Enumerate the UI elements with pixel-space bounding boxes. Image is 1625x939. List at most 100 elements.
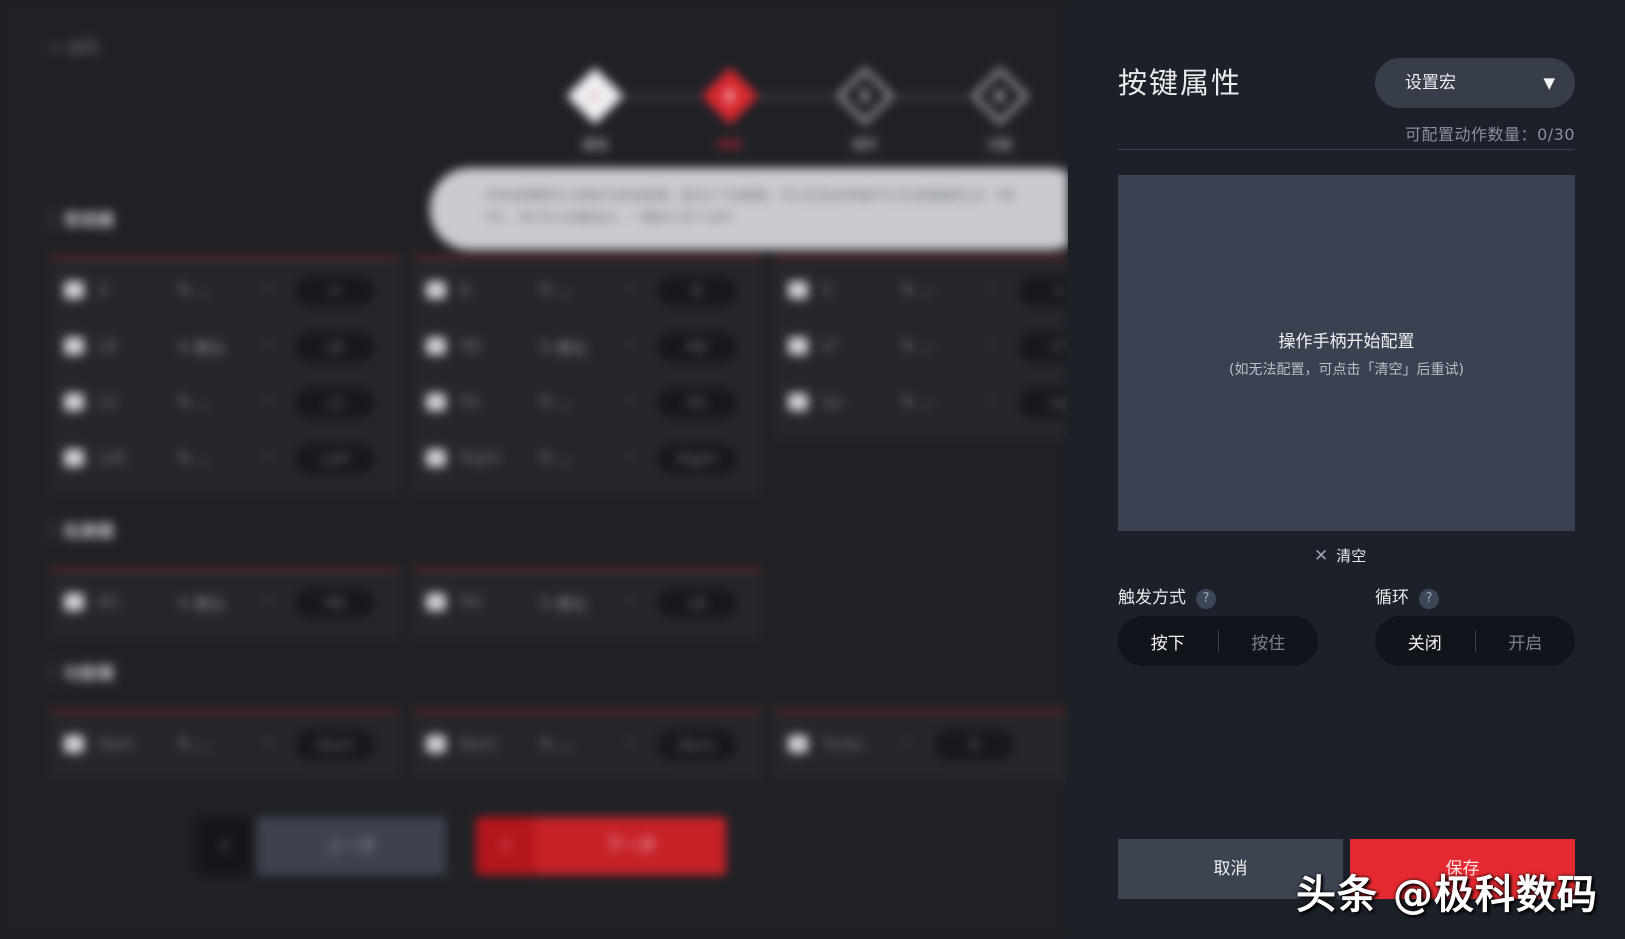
pencil-icon[interactable]: ✎ … — [540, 735, 572, 753]
arrow-icon: » — [989, 337, 997, 352]
key-name: LS — [98, 393, 116, 411]
pencil-icon[interactable]: ✎ … — [902, 281, 934, 299]
menu-button-icon — [426, 735, 446, 753]
prev-step-button[interactable]: 上一步 — [256, 817, 446, 875]
pencil-icon[interactable]: ✎ 默认 — [540, 593, 587, 614]
step-label: 功能 — [986, 138, 1013, 153]
button-icon — [426, 281, 446, 299]
key-value[interactable]: B — [657, 276, 737, 306]
key-name: X — [822, 281, 833, 299]
help-icon[interactable]: ? — [1196, 589, 1216, 609]
key-value[interactable]: RB — [295, 588, 375, 618]
key-value[interactable]: LT — [1019, 332, 1068, 362]
loop-off-option[interactable]: 关闭 — [1375, 629, 1475, 654]
key-row[interactable]: LT ✎ … » LT — [774, 319, 1068, 375]
key-value[interactable]: R — [934, 730, 1014, 760]
key-row[interactable]: LS ✎ … » LS — [50, 375, 400, 431]
arrow-icon: » — [902, 735, 910, 750]
key-row[interactable]: Start ✎ … » Start — [50, 717, 400, 773]
key-edit-label: … — [919, 393, 935, 411]
dpad-icon — [788, 393, 808, 411]
step-number: 4 — [994, 86, 1006, 106]
clear-button[interactable]: ✕ 清空 — [1314, 545, 1366, 566]
macro-recording-area[interactable]: 操作手柄开始配置 (如无法配置，可点击「清空」后重试) — [1118, 175, 1575, 531]
key-value[interactable]: Up — [1019, 388, 1068, 418]
key-row[interactable]: Back ✎ … » Back — [412, 717, 762, 773]
help-icon[interactable]: ? — [1419, 589, 1439, 609]
key-name: A — [98, 281, 109, 299]
paddle-icon — [64, 593, 84, 611]
pencil-icon[interactable]: ✎ … — [178, 393, 210, 411]
key-edit-label: … — [195, 449, 211, 467]
pencil-icon[interactable]: ✎ 默认 — [178, 593, 225, 614]
key-value[interactable]: RB — [657, 332, 737, 362]
trigger-icon — [788, 337, 808, 355]
step-3: 3 摇杆 — [830, 66, 900, 153]
key-name: B — [460, 281, 471, 299]
key-value[interactable]: A — [295, 276, 375, 306]
key-value[interactable]: Start — [295, 730, 375, 760]
action-count-label: 可配置动作数量： — [1405, 125, 1538, 144]
step-number: 2 — [724, 86, 736, 106]
key-value[interactable]: LS — [295, 388, 375, 418]
key-row[interactable]: X ✎ … » X — [774, 263, 1068, 319]
next-arrow-button[interactable]: › — [476, 817, 536, 875]
prev-arrow-button[interactable]: ‹ — [196, 817, 254, 875]
panel-title: 按键属性 — [1118, 66, 1243, 100]
key-value[interactable]: Right — [657, 444, 737, 474]
bumper-icon — [64, 337, 84, 355]
key-value[interactable]: LB — [657, 588, 737, 618]
key-value[interactable]: LB — [295, 332, 375, 362]
key-row[interactable]: B ✎ … » B — [412, 263, 762, 319]
pencil-icon[interactable]: ✎ 默认 — [540, 337, 587, 358]
trigger-hold-option[interactable]: 按住 — [1219, 629, 1319, 654]
step-connector — [894, 96, 969, 98]
pencil-icon[interactable]: ✎ … — [178, 281, 210, 299]
step-label: 映射 — [716, 138, 743, 153]
key-row[interactable]: M2 ✎ 默认 » LB — [412, 575, 762, 631]
key-row[interactable]: Right ✎ … » Right — [412, 431, 762, 487]
key-row[interactable]: Turbo » R — [774, 717, 1068, 773]
arrow-icon: » — [265, 593, 273, 608]
step-2: 2 映射 — [695, 66, 765, 153]
key-row[interactable]: LB ✎ 默认 » LB — [50, 319, 400, 375]
key-row[interactable]: Left ✎ … » Left — [50, 431, 400, 487]
key-name: Up — [822, 393, 843, 411]
pencil-icon[interactable]: ✎ … — [540, 281, 572, 299]
key-value[interactable]: Back — [657, 730, 737, 760]
key-row[interactable]: A ✎ … » A — [50, 263, 400, 319]
key-value[interactable]: RS — [657, 388, 737, 418]
key-edit-label: … — [919, 281, 935, 299]
key-panel: Start ✎ … » Start — [50, 710, 400, 779]
button-icon — [64, 281, 84, 299]
key-panel: Back ✎ … » Back — [412, 710, 762, 779]
loop-on-option[interactable]: 开启 — [1476, 629, 1576, 654]
key-row[interactable]: RB ✎ 默认 » RB — [412, 319, 762, 375]
step-4: 4 功能 — [965, 66, 1035, 153]
pencil-icon[interactable]: ✎ … — [902, 393, 934, 411]
pencil-icon[interactable]: ✎ 默认 — [178, 337, 225, 358]
background-app: < 返回 ✓ 基础 2 映射 3 摇杆 4 功能 所有按键都可以映射为其他按键，… — [0, 0, 1068, 939]
next-step-button[interactable]: 下一步 — [536, 817, 726, 875]
key-name: Turbo — [822, 735, 864, 753]
key-value[interactable]: X — [1019, 276, 1068, 306]
pencil-icon[interactable]: ✎ … — [902, 337, 934, 355]
trigger-press-option[interactable]: 按下 — [1118, 629, 1218, 654]
key-value[interactable]: Left — [295, 444, 375, 474]
pencil-icon[interactable]: ✎ … — [540, 393, 572, 411]
back-link[interactable]: < 返回 — [48, 34, 99, 58]
pencil-icon[interactable]: ✎ … — [178, 449, 210, 467]
key-row[interactable]: RS ✎ … » RS — [412, 375, 762, 431]
action-count: 可配置动作数量：0/30 — [1405, 121, 1575, 145]
bumper-icon — [426, 337, 446, 355]
key-row[interactable]: Up ✎ … » Up — [774, 375, 1068, 431]
loop-label: 循环 — [1375, 588, 1409, 608]
step-indicator: ✓ 基础 2 映射 3 摇杆 4 功能 — [560, 66, 1060, 166]
pencil-icon[interactable]: ✎ … — [178, 735, 210, 753]
loop-toggle: 关闭 开启 — [1375, 616, 1575, 666]
mode-select[interactable]: 设置宏 ▼ — [1375, 58, 1575, 108]
pencil-icon[interactable]: ✎ … — [540, 449, 572, 467]
key-edit-label: … — [919, 337, 935, 355]
key-row[interactable]: M1 ✎ 默认 » RB — [50, 575, 400, 631]
key-name: M1 — [98, 593, 121, 611]
